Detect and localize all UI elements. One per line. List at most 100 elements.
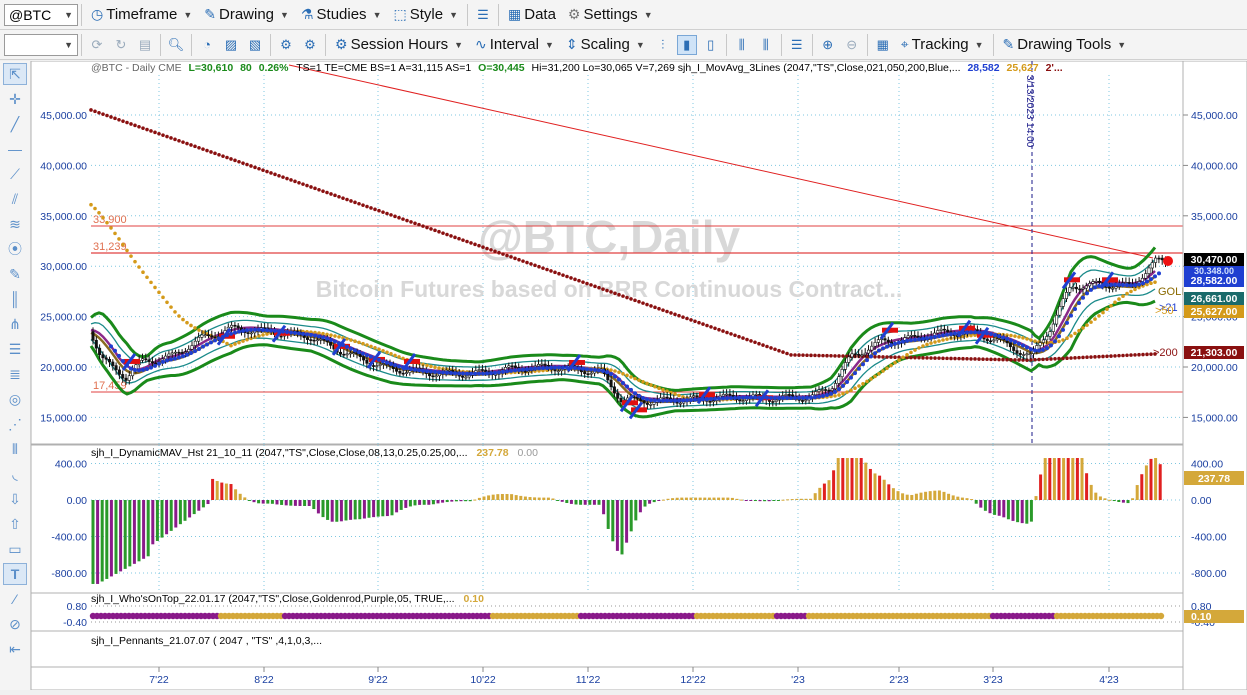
badge-ind1: 237.78 <box>1198 473 1230 485</box>
ma21-point <box>1045 346 1049 351</box>
collapse-icon[interactable]: ⇤ <box>3 638 27 660</box>
panes-icon[interactable]: ☰ <box>787 35 807 55</box>
candle-body <box>1015 350 1019 354</box>
candle-body <box>804 399 808 402</box>
rectangle-icon[interactable]: ▭ <box>3 538 27 560</box>
ma50-point <box>385 350 389 355</box>
ma200-point <box>513 256 517 261</box>
ma200-point <box>329 192 333 196</box>
config-icon[interactable]: ⚙ <box>276 35 296 55</box>
zoom-out-icon[interactable]: ⊖ <box>842 35 862 55</box>
data-menu[interactable]: ▦ Data <box>502 2 562 28</box>
histogram-bar <box>974 500 978 504</box>
right-price-axis[interactable] <box>1182 60 1247 691</box>
candle-body <box>461 375 465 378</box>
bars-icon[interactable]: ⫼ <box>732 35 752 55</box>
image-icon[interactable]: ▨ <box>221 35 241 55</box>
ma50-point <box>89 202 93 207</box>
session-hours-menu[interactable]: ⚙ Session Hours ▼ <box>329 32 469 58</box>
candlestick-icon[interactable]: ▮ <box>676 34 697 55</box>
workspace-combo[interactable]: ▼ <box>4 33 78 56</box>
chart-image-icon[interactable]: ▧ <box>245 35 265 55</box>
data-window-icon[interactable]: ▦ <box>873 35 893 55</box>
ma21-point <box>997 334 1001 339</box>
settings-menu[interactable]: ⚙ Settings ▼ <box>562 2 659 28</box>
ma21-point <box>1041 347 1045 352</box>
arrow-down-icon[interactable]: ⇩ <box>3 488 27 510</box>
ray-icon[interactable]: ⟋ <box>3 163 27 185</box>
vertical-lines-icon[interactable]: ║ <box>3 288 27 310</box>
channel-icon[interactable]: ⫽ <box>3 188 27 210</box>
bars-tool-icon[interactable]: ⦀ <box>3 438 27 460</box>
circle-target-icon[interactable]: ◎ <box>3 388 27 410</box>
drawing-menu[interactable]: ✎ Drawing ▼ <box>198 2 295 28</box>
candle-body <box>1058 306 1062 316</box>
ma21-point <box>729 395 733 400</box>
ma200-point <box>949 356 953 361</box>
crosshair-icon[interactable]: ✛ <box>3 88 27 110</box>
ma21-point <box>881 346 885 351</box>
ma200-point <box>453 235 457 240</box>
refresh-icon[interactable]: ⟳ <box>87 35 107 55</box>
pointer-icon[interactable]: ⇱ <box>3 63 27 85</box>
zoom-in-icon[interactable]: ⊕ <box>818 35 838 55</box>
horizontal-line-icon[interactable]: ― <box>3 138 27 160</box>
tracking-menu[interactable]: ⌖ Tracking ▼ <box>895 32 990 58</box>
histogram-bar <box>583 500 587 505</box>
candle-body <box>665 396 669 399</box>
ma21-point <box>1137 282 1141 287</box>
histogram-bar <box>680 497 684 500</box>
interval-menu[interactable]: ∿ Interval ▼ <box>469 32 560 58</box>
separator <box>866 33 868 56</box>
text-tool-icon[interactable]: T <box>3 563 27 585</box>
ma50-point <box>329 333 333 337</box>
pencil-icon[interactable]: ✎ <box>3 263 27 285</box>
ma200-point <box>913 355 917 360</box>
drawing-tools-menu[interactable]: ✎ Drawing Tools ▼ <box>997 32 1133 58</box>
ma200-point <box>217 152 221 157</box>
fibonacci-icon[interactable]: ≋ <box>3 213 27 235</box>
speedometer-icon[interactable]: ◔ <box>197 35 217 55</box>
ma200-point <box>285 176 289 181</box>
candle-body <box>395 368 399 372</box>
grid-lines-icon[interactable]: ≣ <box>3 363 27 385</box>
time-axis[interactable] <box>30 666 1184 691</box>
eraser-icon[interactable]: ⁄ <box>3 588 27 610</box>
zoom-chart-icon[interactable]: 🔍︎ <box>166 35 186 55</box>
levels-icon[interactable]: ☰ <box>3 338 27 360</box>
table-icon[interactable]: ▤ <box>135 35 155 55</box>
histogram-bar <box>661 499 665 501</box>
config2-icon[interactable]: ⚙ <box>300 35 320 55</box>
histogram-bar <box>491 494 495 500</box>
timeframe-menu[interactable]: ◷ Timeframe ▼ <box>85 2 198 28</box>
histogram-bar <box>611 500 615 542</box>
header-last: L=30,610 <box>189 62 234 74</box>
style-menu[interactable]: ⬚ Style ▼ <box>387 2 464 28</box>
separator <box>81 3 82 26</box>
candle-body <box>560 369 564 372</box>
ma50-point <box>1149 281 1153 286</box>
speed-lines-icon[interactable]: ⋰ <box>3 413 27 435</box>
scaling-menu[interactable]: ⇕ Scaling ▼ <box>560 32 651 58</box>
symbol-combo[interactable]: @BTC ▼ <box>4 3 78 26</box>
trendline-icon[interactable]: ╱ <box>3 113 27 135</box>
settings-label: Settings <box>583 6 638 23</box>
histogram-bar <box>119 500 123 572</box>
arrow-up-icon[interactable]: ⇧ <box>3 513 27 535</box>
pitchfork-icon[interactable]: ⋔ <box>3 313 27 335</box>
studies-menu[interactable]: ⚗ Studies ▼ <box>295 2 388 28</box>
layout-icon[interactable]: ☰ <box>473 5 493 25</box>
candle-hollow-icon[interactable]: ▯ <box>701 35 721 55</box>
chart-window[interactable]: @BTC,Daily Bitcoin Futures based on BRR … <box>30 60 1247 691</box>
ma21-point <box>805 395 809 400</box>
gann-icon[interactable]: ⦿ <box>3 238 27 260</box>
ma200-point <box>101 112 105 116</box>
bars2-icon[interactable]: ⫼ <box>756 35 776 55</box>
ma200-point <box>1081 355 1085 360</box>
bar-chart-icon[interactable]: ⫶ <box>653 35 673 55</box>
candle-body <box>428 373 432 377</box>
erase-all-icon[interactable]: ⊘ <box>3 613 27 635</box>
reload-icon[interactable]: ↻ <box>111 35 131 55</box>
histogram-bar <box>169 500 173 531</box>
arc-icon[interactable]: ◟ <box>3 463 27 485</box>
